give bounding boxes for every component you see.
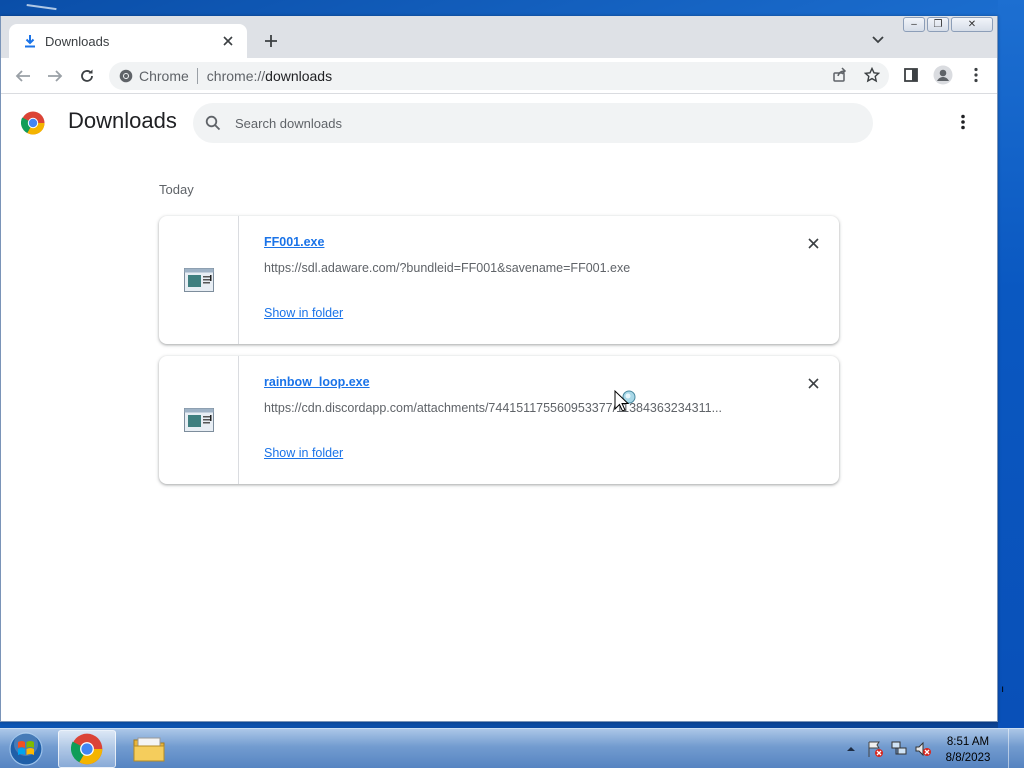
windows-taskbar: 8:51 AM 8/8/2023 (0, 728, 1024, 768)
download-item: FF001.exe https://sdl.adaware.com/?bundl… (159, 216, 839, 344)
show-desktop-button[interactable] (1008, 729, 1024, 768)
downloads-more-actions-icon[interactable] (953, 112, 973, 132)
browser-menu-icon[interactable] (965, 64, 987, 86)
desktop-background-strip (998, 0, 1024, 728)
volume-muted-icon[interactable] (914, 740, 932, 758)
file-icon-column (159, 216, 239, 344)
download-item: rainbow_loop.exe https://cdn.discordapp.… (159, 356, 839, 484)
download-source-url[interactable]: https://sdl.adaware.com/?bundleid=FF001&… (264, 261, 630, 275)
network-icon[interactable] (890, 740, 908, 758)
tab-title: Downloads (45, 33, 110, 49)
download-icon (23, 34, 37, 48)
clock-date: 8/8/2023 (945, 752, 991, 764)
profile-avatar-icon[interactable] (932, 64, 954, 86)
back-arrow-icon[interactable] (11, 64, 35, 88)
remove-from-list-icon[interactable] (803, 374, 823, 394)
chrome-icon (71, 733, 103, 765)
tab-strip: Downloads – ❐ ✕ (1, 16, 997, 58)
folder-icon (133, 737, 165, 762)
url-text: chrome://downloads (206, 68, 333, 84)
site-chip-label: Chrome (139, 68, 189, 84)
busy-cursor-icon (614, 389, 636, 412)
tab-search-chevron-icon[interactable] (871, 32, 891, 52)
tab-downloads[interactable]: Downloads (9, 24, 247, 58)
share-icon[interactable] (829, 64, 851, 86)
show-in-folder-link[interactable]: Show in folder (264, 306, 343, 320)
windows-start-orb-icon[interactable] (4, 730, 48, 768)
search-input[interactable] (235, 115, 835, 131)
chrome-window: Downloads – ❐ ✕ Chrome chrome://download… (0, 16, 998, 722)
new-tab-button[interactable] (259, 30, 283, 54)
taskbar-clock[interactable]: 8:51 AM 8/8/2023 (938, 734, 998, 766)
desktop-mark: ı (1001, 684, 1004, 695)
action-center-flag-icon[interactable] (866, 740, 884, 758)
show-hidden-icons-chevron-icon[interactable] (842, 740, 860, 758)
exe-file-icon (183, 408, 214, 432)
close-window-icon[interactable]: ✕ (951, 17, 993, 32)
bookmark-star-icon[interactable] (861, 64, 883, 86)
exe-file-icon (183, 268, 214, 292)
date-group-label: Today (159, 182, 194, 197)
downloads-header: Downloads (1, 95, 997, 151)
download-filename-link[interactable]: FF001.exe (264, 235, 324, 249)
download-filename-link[interactable]: rainbow_loop.exe (264, 375, 370, 389)
browser-toolbar: Chrome chrome://downloads (1, 58, 997, 94)
reload-icon[interactable] (75, 64, 99, 88)
window-controls: – ❐ ✕ (903, 17, 993, 33)
search-downloads-box[interactable] (193, 103, 873, 143)
system-tray (842, 737, 932, 761)
chrome-logo-icon (21, 111, 45, 135)
remove-from-list-icon[interactable] (803, 234, 823, 254)
show-in-folder-link[interactable]: Show in folder (264, 446, 343, 460)
site-chip[interactable]: Chrome (119, 68, 198, 84)
download-source-url[interactable]: https://cdn.discordapp.com/attachments/7… (264, 401, 722, 415)
taskbar-explorer-button[interactable] (120, 730, 178, 768)
address-bar[interactable]: Chrome chrome://downloads (109, 62, 889, 90)
minimize-icon[interactable]: – (903, 17, 925, 32)
file-icon-column (159, 356, 239, 484)
tab-close-icon[interactable] (219, 32, 237, 50)
page-title: Downloads (68, 108, 177, 133)
restore-icon[interactable]: ❐ (927, 17, 949, 32)
forward-arrow-icon[interactable] (43, 64, 67, 88)
chrome-site-icon (119, 69, 133, 83)
taskbar-chrome-button[interactable] (58, 730, 116, 768)
clock-time: 8:51 AM (946, 736, 990, 748)
side-panel-icon[interactable] (900, 64, 922, 86)
search-icon (205, 115, 221, 131)
